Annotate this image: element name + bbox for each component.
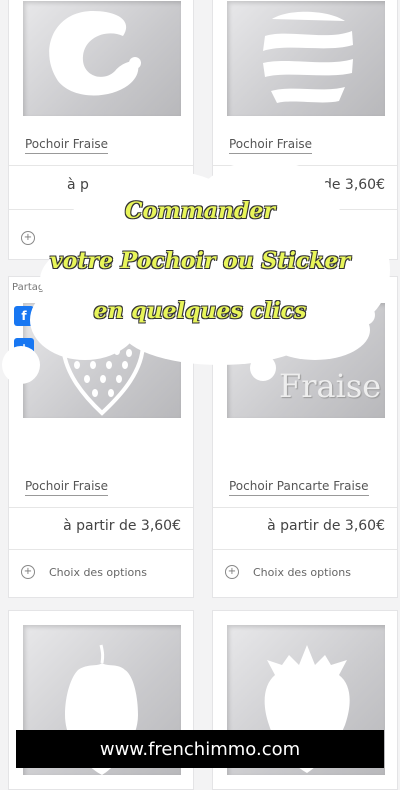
product-price: à partir de 3,60€ [63, 518, 181, 534]
stencil-swirl-shape [49, 11, 141, 96]
footer-url: www.frenchimmo.com [99, 738, 301, 760]
plus-icon: + [225, 565, 239, 579]
plus-icon: + [21, 231, 35, 245]
product-title[interactable]: Pochoir Fraise [229, 137, 313, 154]
options-button[interactable]: + Choix des options [225, 565, 351, 579]
banner-line-3: en quelques clics [93, 298, 307, 324]
product-title[interactable]: Pochoir Fraise [25, 137, 109, 154]
product-image[interactable] [227, 1, 385, 116]
options-label: Choix des options [49, 565, 147, 579]
plus-icon: + [21, 565, 35, 579]
stencil-stripes-shape [263, 11, 353, 103]
product-title[interactable]: Pochoir Fraise [25, 479, 109, 496]
product-image[interactable] [23, 1, 181, 116]
product-price: à partir de 3,60€ [267, 518, 385, 534]
product-title[interactable]: Pochoir Pancarte Fraise [229, 479, 369, 496]
banner-line-2: votre Pochoir ou Sticker [49, 248, 351, 274]
footer-url-bar: www.frenchimmo.com [16, 730, 384, 768]
product-price: à p [67, 177, 89, 193]
pancarte-stencil-text: Fraise [279, 367, 382, 405]
options-button[interactable]: + Choix des options [21, 565, 147, 579]
options-button[interactable]: + [21, 231, 35, 245]
options-label: Choix des options [253, 565, 351, 579]
banner-line-1: Commander [125, 198, 275, 224]
